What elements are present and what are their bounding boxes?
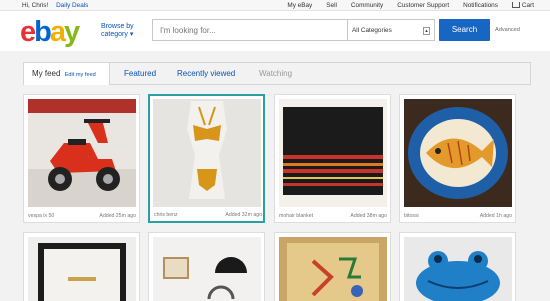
item-card[interactable]: chris benz Added 32m ago — [148, 94, 265, 223]
search-box — [152, 19, 348, 41]
top-bar: Hi, Chris! Daily Deals My eBay Sell Comm… — [0, 0, 550, 11]
customer-support-link[interactable]: Customer Support — [397, 2, 449, 9]
item-added-time: Added 32m ago — [225, 212, 262, 218]
tab-my-feed[interactable]: My feed Edit my feed — [24, 63, 110, 85]
header: ebay Browse by category ▾ All Categories… — [0, 11, 550, 51]
category-select[interactable]: All Categories ▴ — [348, 19, 435, 41]
item-image-scooter[interactable] — [28, 99, 136, 207]
cart-icon — [511, 2, 520, 8]
item-name: chris benz — [154, 212, 178, 218]
greeting-menu[interactable]: Hi, Chris! — [22, 2, 48, 9]
item-caption: chris benz Added 32m ago — [154, 212, 262, 218]
item-image-blanket[interactable] — [279, 99, 387, 207]
item-card[interactable] — [23, 232, 140, 301]
item-caption: mohair blanket Added 38m ago — [279, 213, 387, 219]
item-card[interactable] — [399, 232, 516, 301]
item-card[interactable]: bitossi Added 1h ago — [399, 94, 516, 223]
notifications-link[interactable]: Notifications — [463, 2, 498, 9]
ebay-logo[interactable]: ebay — [20, 16, 80, 48]
browse-line-2: category ▾ — [101, 31, 134, 39]
category-value: All Categories — [352, 27, 392, 34]
browse-by-category[interactable]: Browse by category ▾ — [101, 23, 134, 39]
item-image-bikini[interactable] — [153, 99, 261, 207]
edit-feed-link[interactable]: Edit my feed — [65, 72, 96, 78]
tab-watching[interactable]: Watching — [259, 63, 292, 84]
item-card[interactable] — [148, 232, 265, 301]
item-image-artwork[interactable] — [279, 237, 387, 301]
logo-letter-y: y — [64, 16, 80, 48]
item-card[interactable]: mohair blanket Added 38m ago — [274, 94, 391, 223]
sell-link[interactable]: Sell — [326, 2, 337, 9]
my-ebay-link[interactable]: My eBay — [287, 2, 312, 9]
item-added-time: Added 1h ago — [479, 213, 512, 219]
browse-line-1: Browse by — [101, 23, 134, 30]
item-image-box[interactable] — [28, 237, 136, 301]
item-card[interactable] — [274, 232, 391, 301]
item-added-time: Added 38m ago — [350, 213, 387, 219]
item-added-time: Added 25m ago — [99, 213, 136, 219]
search-input[interactable] — [153, 20, 347, 41]
daily-deals-link[interactable]: Daily Deals — [56, 2, 88, 9]
advanced-search-link[interactable]: Advanced — [495, 27, 520, 33]
browse-line-2-label: category — [101, 31, 128, 38]
select-arrow-icon: ▴ — [423, 27, 430, 35]
item-caption: bitossi Added 1h ago — [404, 213, 512, 219]
item-image-frog[interactable] — [404, 237, 512, 301]
item-image-fish-dish[interactable] — [404, 99, 512, 207]
logo-letter-a: a — [49, 16, 66, 48]
community-link[interactable]: Community — [351, 2, 383, 9]
item-caption: vespa lx 50 Added 25m ago — [28, 213, 136, 219]
tab-featured[interactable]: Featured — [124, 63, 156, 84]
item-name: vespa lx 50 — [28, 213, 55, 219]
feed-tabs: My feed Edit my feed Featured Recently v… — [23, 62, 531, 85]
cart-link[interactable]: Cart — [511, 2, 534, 9]
search-button[interactable]: Search — [439, 19, 490, 41]
cart-label: Cart — [521, 2, 534, 9]
tab-recently-viewed[interactable]: Recently viewed — [177, 63, 235, 84]
logo-letter-b: b — [34, 16, 52, 48]
item-name: bitossi — [404, 213, 419, 219]
tab-my-feed-label: My feed — [32, 69, 61, 78]
item-card[interactable]: vespa lx 50 Added 25m ago — [23, 94, 140, 223]
item-name: mohair blanket — [279, 213, 314, 219]
item-image-accessories[interactable] — [153, 237, 261, 301]
top-bar-right: My eBay Sell Community Customer Support … — [287, 2, 534, 9]
top-bar-left: Hi, Chris! Daily Deals — [22, 2, 94, 9]
logo-letter-e: e — [20, 16, 36, 48]
chevron-down-icon: ▾ — [129, 31, 134, 38]
